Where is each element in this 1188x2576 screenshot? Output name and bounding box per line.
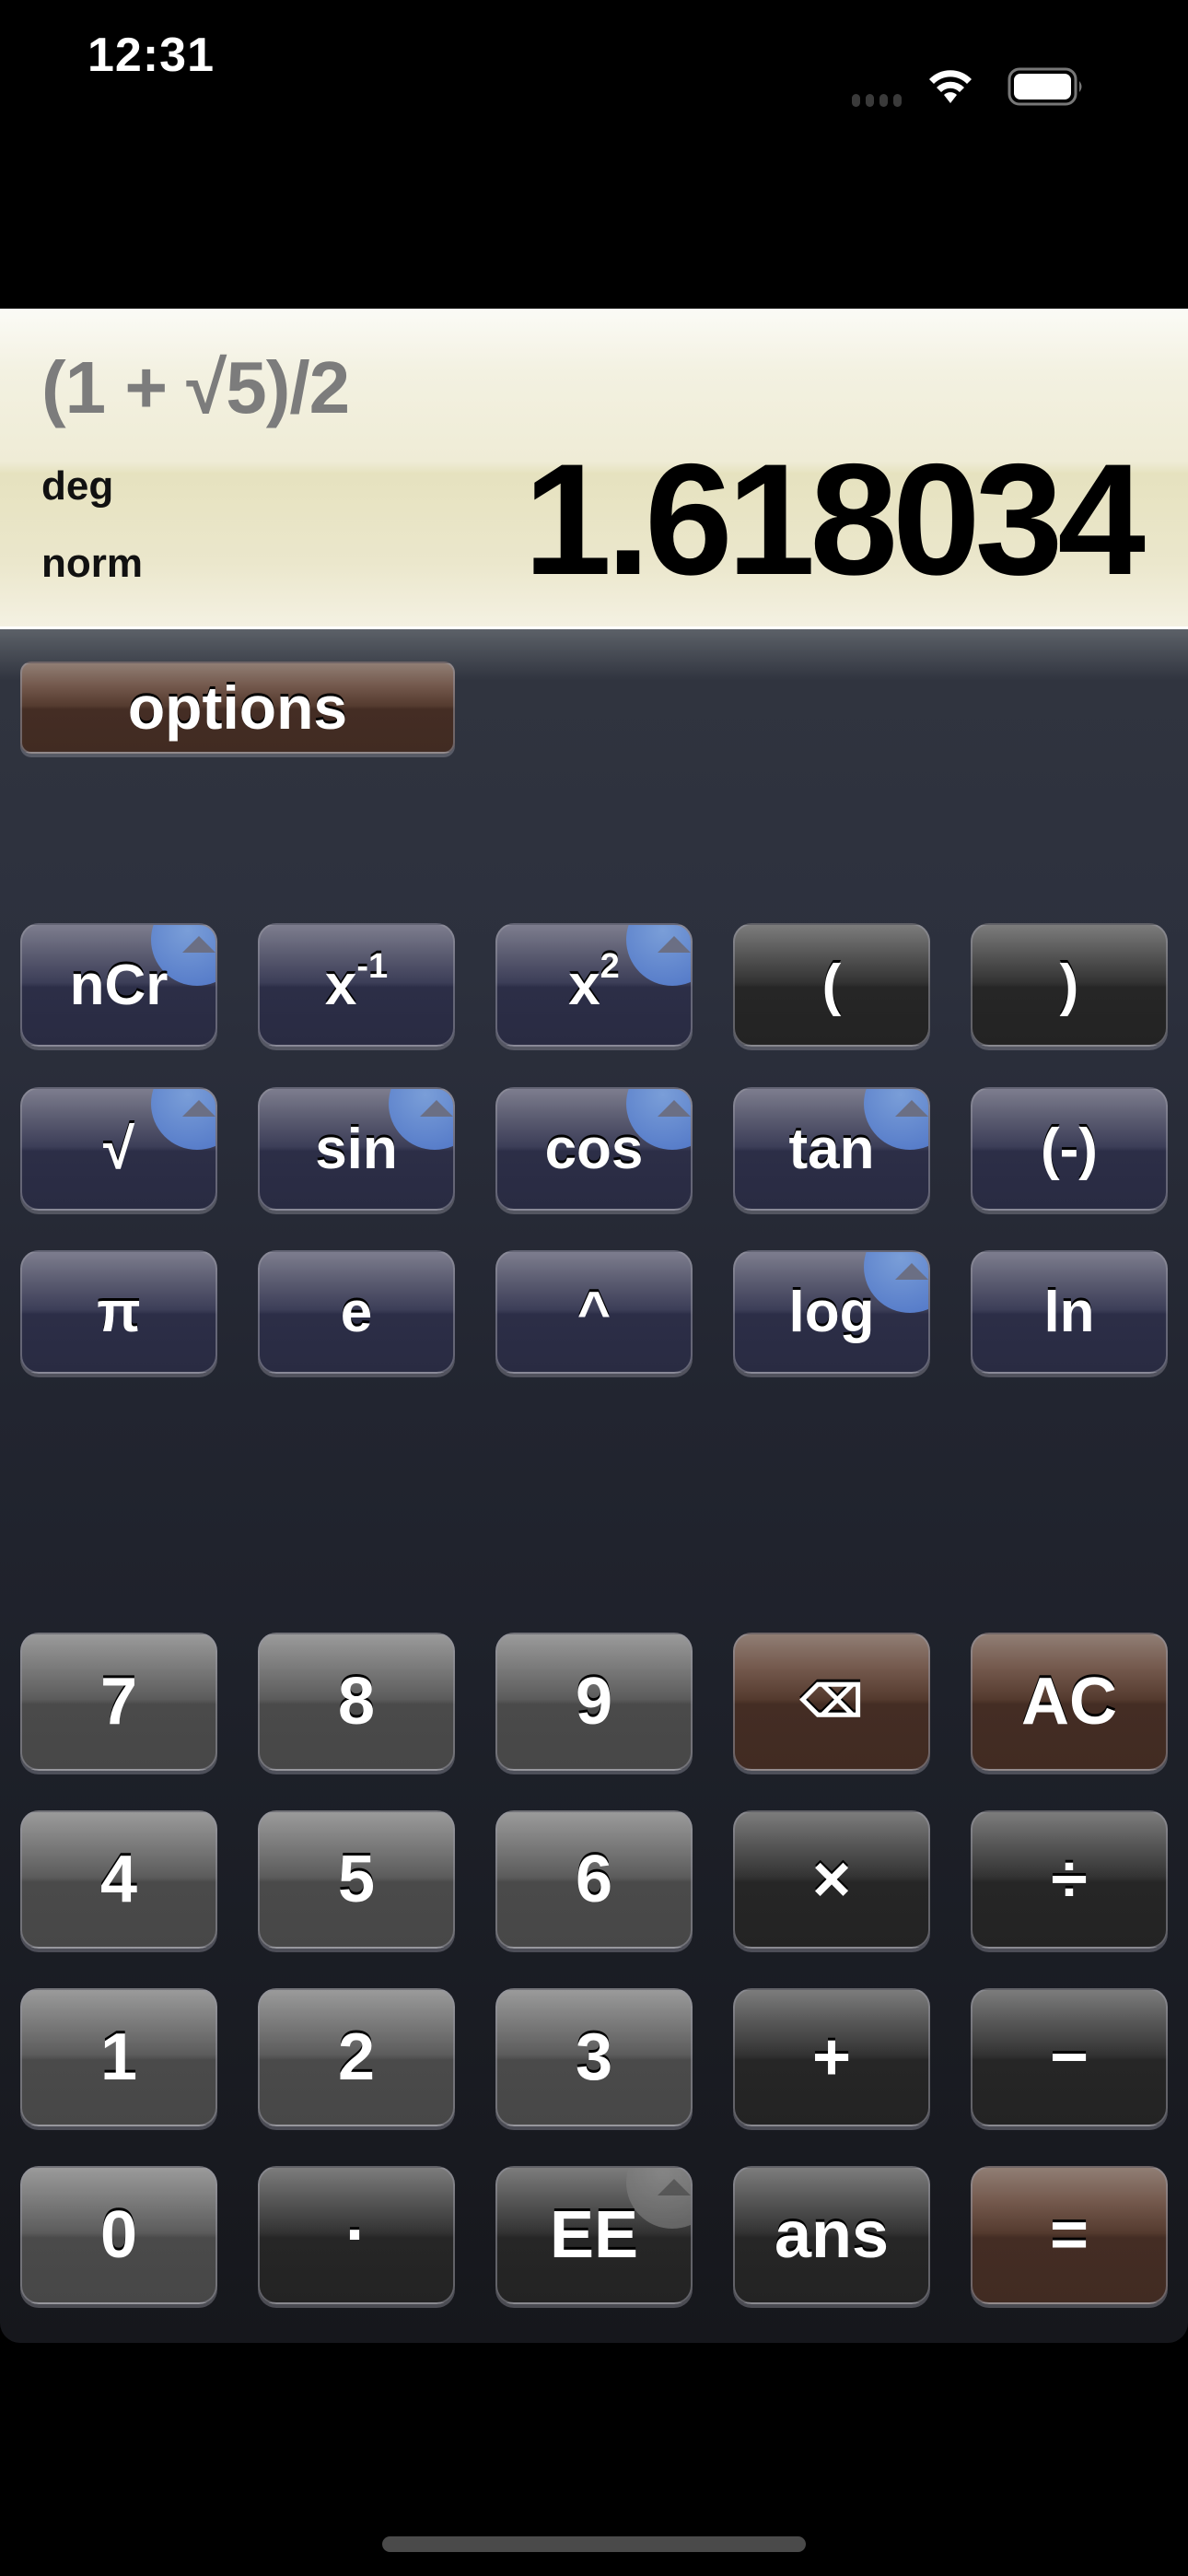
key-divide[interactable]: ÷	[971, 1810, 1168, 1949]
key-label: √	[102, 1117, 135, 1181]
number-mode-indicator: norm	[41, 541, 143, 586]
key-0[interactable]: 0	[20, 2166, 217, 2304]
key-ans[interactable]: ans	[733, 2166, 930, 2304]
key-all-clear[interactable]: AC	[971, 1633, 1168, 1771]
second-function-indicator-icon	[151, 1089, 215, 1150]
second-function-indicator-icon	[389, 1089, 453, 1150]
result-value: 1.618034	[523, 431, 1146, 608]
key-label: cos	[544, 1117, 644, 1181]
battery-icon	[1007, 67, 1082, 106]
key-3[interactable]: 3	[495, 1988, 693, 2126]
key-label: AC	[1021, 1665, 1117, 1739]
key-label: e	[340, 1280, 373, 1344]
key-label: +	[811, 2020, 852, 2094]
key-label: (-)	[1041, 1117, 1098, 1181]
key-square[interactable]: x2	[495, 923, 693, 1047]
keypad-panel: options nCr x -1 x 2() √ sin cos tan (-) π e ^ log ln 7…	[0, 629, 1188, 2343]
key-label: 4	[99, 1843, 138, 1916]
key-plus[interactable]: +	[733, 1988, 930, 2126]
key-label: ·	[345, 2198, 367, 2272]
key-6[interactable]: 6	[495, 1810, 693, 1949]
second-function-indicator-icon	[626, 925, 691, 986]
key-label: EE	[549, 2198, 639, 2272]
key-decimal[interactable]: ·	[258, 2166, 455, 2304]
key-label: ÷	[1051, 1843, 1088, 1916]
key-9[interactable]: 9	[495, 1633, 693, 1771]
key-8[interactable]: 8	[258, 1633, 455, 1771]
key-label: (	[821, 953, 842, 1017]
key-tan[interactable]: tan	[733, 1087, 930, 1211]
key-sin[interactable]: sin	[258, 1087, 455, 1211]
key-7[interactable]: 7	[20, 1633, 217, 1771]
key-5[interactable]: 5	[258, 1810, 455, 1949]
key-label: tan	[788, 1117, 875, 1181]
key-label: nCr	[69, 953, 169, 1017]
key-e[interactable]: e	[258, 1250, 455, 1374]
key-negate[interactable]: (-)	[971, 1087, 1168, 1211]
key-4[interactable]: 4	[20, 1810, 217, 1949]
key-label: )	[1059, 953, 1079, 1017]
key-label: x	[568, 953, 600, 1017]
signal-dots-icon	[852, 94, 902, 107]
key-label: ⌫	[800, 1678, 863, 1727]
key-label: ^	[577, 1280, 611, 1344]
key-backspace[interactable]: ⌫	[733, 1633, 930, 1771]
key-minus[interactable]: −	[971, 1988, 1168, 2126]
key-log[interactable]: log	[733, 1250, 930, 1374]
key-close-paren[interactable]: )	[971, 923, 1168, 1047]
angle-mode-indicator: deg	[41, 463, 114, 509]
key-pi[interactable]: π	[20, 1250, 217, 1374]
key-label: ×	[811, 1843, 852, 1916]
key-label: 8	[337, 1665, 376, 1739]
key-label: 1	[99, 2020, 138, 2094]
status-time: 12:31	[87, 29, 215, 82]
key-label: 7	[99, 1665, 138, 1739]
options-button[interactable]: options	[20, 662, 455, 754]
key-ln[interactable]: ln	[971, 1250, 1168, 1374]
key-cos[interactable]: cos	[495, 1087, 693, 1211]
key-label: 5	[337, 1843, 376, 1916]
key-label: 6	[575, 1843, 613, 1916]
key-label: 2	[337, 2020, 376, 2094]
key-reciprocal[interactable]: x -1	[258, 923, 455, 1047]
key-sqrt[interactable]: √	[20, 1087, 217, 1211]
key-power[interactable]: ^	[495, 1250, 693, 1374]
calculator-display: (1 + √5)/2 deg norm 1.618034	[0, 309, 1188, 629]
wifi-icon	[929, 70, 972, 103]
key-ncr[interactable]: nCr	[20, 923, 217, 1047]
key-label: ans	[774, 2198, 890, 2272]
key-label: 3	[575, 2020, 613, 2094]
key-label: log	[788, 1280, 875, 1344]
key-label: ln	[1043, 1280, 1095, 1344]
key-label: π	[97, 1280, 141, 1344]
key-2[interactable]: 2	[258, 1988, 455, 2126]
key-equals[interactable]: =	[971, 2166, 1168, 2304]
expression-text: (1 + √5)/2	[41, 346, 350, 428]
key-ee[interactable]: EE	[495, 2166, 693, 2304]
key-label: =	[1049, 2198, 1089, 2272]
key-open-paren[interactable]: (	[733, 923, 930, 1047]
options-button-label: options	[127, 673, 348, 742]
key-label: −	[1049, 2020, 1089, 2094]
key-label: sin	[315, 1117, 398, 1181]
key-label: x	[324, 953, 357, 1017]
key-1[interactable]: 1	[20, 1988, 217, 2126]
key-label: 0	[99, 2198, 138, 2272]
key-label: 9	[575, 1665, 613, 1739]
key-multiply[interactable]: ×	[733, 1810, 930, 1949]
home-indicator[interactable]	[382, 2536, 806, 2552]
